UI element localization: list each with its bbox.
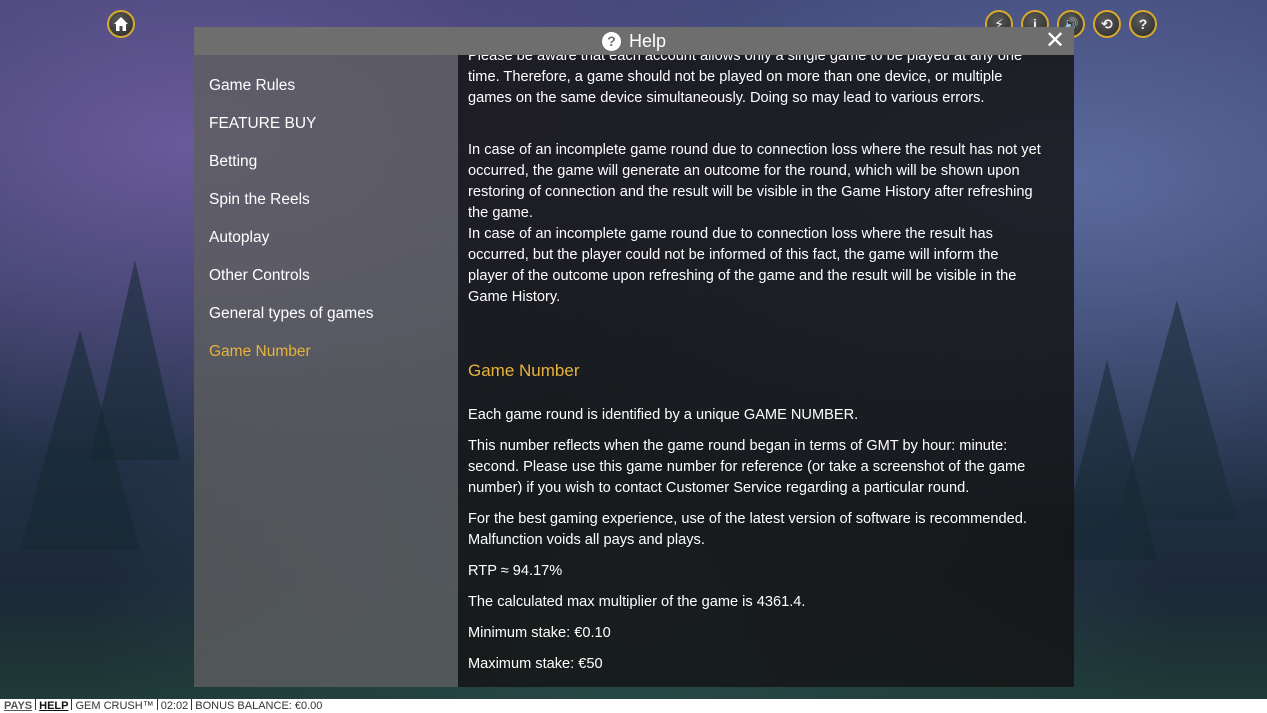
help-content-text: Please be aware that each account allows…: [468, 55, 1064, 685]
intro-line: Please be aware that each account allows…: [468, 55, 1023, 64]
clock: 02:02: [160, 700, 189, 712]
software-notice-line: Malfunction voids all pays and plays.: [468, 532, 705, 548]
sidebar-item-spin-the-reels[interactable]: Spin the Reels: [194, 181, 458, 219]
incomplete-round-line: Game History.: [468, 289, 561, 305]
history-button[interactable]: ⟲: [1093, 10, 1121, 38]
dialog-header: ? Help ✕: [194, 27, 1074, 55]
sidebar-item-betting[interactable]: Betting: [194, 143, 458, 181]
max-multiplier: The calculated max multiplier of the gam…: [468, 594, 806, 610]
help-icon: ?: [1138, 16, 1148, 32]
intro-line: games on the same device simultaneously.…: [468, 90, 985, 106]
game-number-detail-line: second. Please use this game number for …: [468, 459, 1026, 475]
help-content[interactable]: Please be aware that each account allows…: [458, 55, 1074, 687]
software-notice: For the best gaming experience, use of t…: [468, 509, 1064, 551]
background-tree: [90, 260, 180, 460]
game-number-detail: This number reflects when the game round…: [468, 436, 1064, 499]
sidebar-item-feature-buy[interactable]: FEATURE BUY: [194, 105, 458, 143]
home-button[interactable]: [107, 10, 135, 38]
help-link[interactable]: HELP: [39, 700, 68, 712]
incomplete-round-line: In case of an incomplete game round due …: [468, 142, 1041, 158]
home-icon: [114, 17, 128, 31]
history-icon: ⟲: [1101, 15, 1113, 32]
section-title-game-number: Game Number: [468, 361, 580, 380]
help-button[interactable]: ?: [1129, 10, 1157, 38]
help-dialog: ? Help ✕ Game Rules FEATURE BUY Betting …: [194, 27, 1074, 687]
sidebar-item-other-controls[interactable]: Other Controls: [194, 257, 458, 295]
incomplete-round-line: player of the outcome upon refreshing of…: [468, 268, 1017, 284]
rtp-value: RTP ≈ 94.17%: [468, 563, 563, 579]
sidebar-item-general-types[interactable]: General types of games: [194, 295, 458, 333]
close-button[interactable]: ✕: [1044, 29, 1066, 53]
incomplete-round-line: the game.: [468, 205, 533, 221]
bonus-balance: BONUS BALANCE: €0.00: [195, 700, 323, 712]
software-notice-line: For the best gaming experience, use of t…: [468, 511, 1027, 527]
game-name: GEM CRUSH™: [75, 700, 154, 712]
incomplete-round-line: occurred, but the player could not be in…: [468, 247, 999, 263]
help-sidebar: Game Rules FEATURE BUY Betting Spin the …: [194, 55, 458, 687]
incomplete-round-line: restoring of connection and the result w…: [468, 184, 1033, 200]
game-number-text: Each game round is identified by a uniqu…: [468, 407, 859, 423]
sidebar-item-game-number[interactable]: Game Number: [194, 333, 458, 371]
game-number-detail-line: number) if you wish to contact Customer …: [468, 480, 970, 496]
game-number-detail-line: This number reflects when the game round…: [468, 438, 1008, 454]
dialog-title: Help: [628, 30, 667, 51]
max-stake: Maximum stake: €50: [468, 656, 603, 672]
status-bar: PAYS HELP GEM CRUSH™ 02:02 BONUS BALANCE: €0…: [0, 699, 1267, 713]
intro-line: time. Therefore, a game should not be pl…: [468, 69, 1003, 85]
sidebar-item-autoplay[interactable]: Autoplay: [194, 219, 458, 257]
min-stake: Minimum stake: €0.10: [468, 625, 611, 641]
incomplete-round-line: occurred, the game will generate an outc…: [468, 163, 1020, 179]
question-icon: ?: [601, 31, 621, 51]
sidebar-item-game-rules[interactable]: Game Rules: [194, 67, 458, 105]
pays-link[interactable]: PAYS: [4, 700, 32, 712]
incomplete-round-line: In case of an incomplete game round due …: [468, 226, 993, 242]
